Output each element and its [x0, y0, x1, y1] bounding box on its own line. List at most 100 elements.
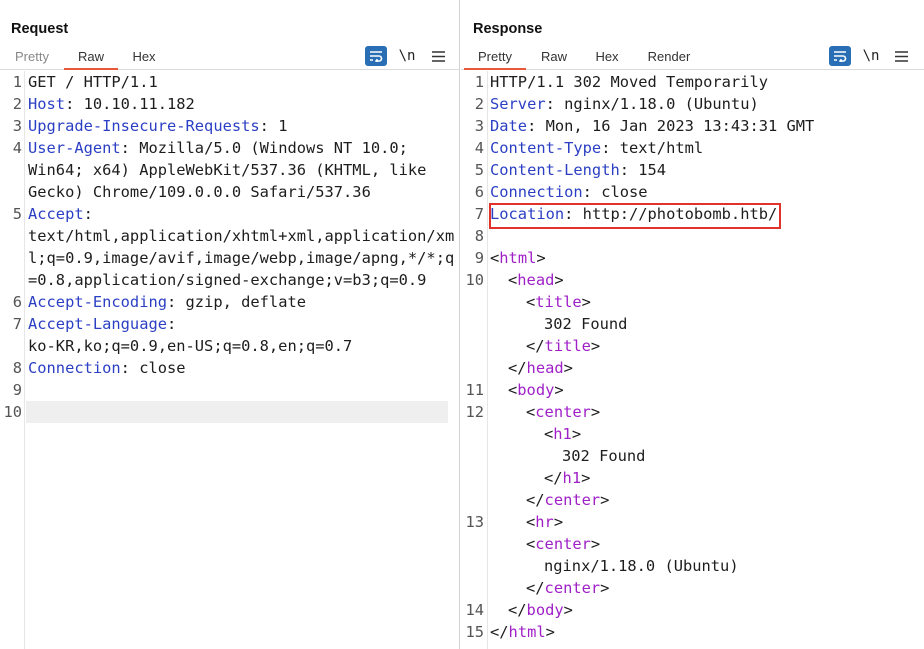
response-code-line: 3 Date: Mon, 16 Jan 2023 13:43:31 GMT — [461, 115, 924, 137]
line-text: GET / HTTP/1.1 — [28, 71, 158, 93]
code-text: > — [563, 359, 573, 377]
line-number: 2 — [12, 95, 22, 113]
line-text: Content-Length: 154 — [490, 159, 666, 181]
response-title: Response — [473, 21, 543, 37]
html-tag-name: h1 — [553, 425, 572, 443]
line-text: </center> — [526, 577, 609, 599]
code-text: HTTP/1.1 302 Moved Temporarily — [490, 73, 768, 91]
code-text: > — [581, 293, 591, 311]
line-number: 6 — [12, 293, 22, 311]
response-code-line: 302 Found — [461, 313, 924, 335]
request-tab-raw[interactable]: Raw — [64, 44, 118, 70]
response-code-line: 1 HTTP/1.1 302 Moved Temporarily — [461, 71, 924, 93]
html-tag-name: html — [499, 249, 537, 267]
code-text: text/html,application/xhtml+xml,applicat… — [28, 227, 455, 245]
code-text: </ — [526, 337, 545, 355]
header-name: Accept-Language — [28, 315, 167, 333]
response-code-line: </head> — [461, 357, 924, 379]
code-text: ko-KR,ko;q=0.9,en-US;q=0.8,en;q=0.7 — [28, 337, 353, 355]
line-text: <body> — [508, 379, 564, 401]
active-line-highlight — [26, 401, 448, 423]
response-code-line: 9 <html> — [461, 247, 924, 269]
code-text: < — [526, 513, 536, 531]
line-text: text/html,application/xhtml+xml,applicat… — [28, 225, 454, 247]
code-text: 302 Found — [544, 315, 628, 333]
code-text: > — [590, 403, 601, 421]
line-number: 5 — [12, 205, 22, 223]
response-code-line: <title> — [461, 291, 924, 313]
line-text: <hr> — [526, 511, 563, 533]
line-number: 10 — [465, 271, 484, 289]
response-code-line: 15 </html> — [461, 621, 924, 643]
response-menu-button[interactable] — [893, 45, 909, 67]
code-text: > — [563, 601, 573, 619]
line-text: <center> — [526, 401, 600, 423]
html-tag-name: title — [535, 293, 582, 311]
code-text: : text/html — [601, 139, 704, 157]
line-number: 14 — [465, 601, 484, 619]
line-number: 4 — [474, 139, 484, 157]
code-text: > — [581, 469, 591, 487]
line-text: Date: Mon, 16 Jan 2023 13:43:31 GMT — [490, 115, 814, 137]
line-text: ko-KR,ko;q=0.9,en-US;q=0.8,en;q=0.7 — [28, 335, 352, 357]
request-code-line: text/html,application/xhtml+xml,applicat… — [0, 225, 459, 247]
header-name: Server — [490, 95, 546, 113]
line-text: User-Agent: Mozilla/5.0 (Windows NT 10.0… — [28, 137, 408, 159]
response-tabs: Pretty Raw Hex Render — [461, 44, 924, 70]
code-text: </ — [490, 623, 509, 641]
code-text: < — [526, 293, 536, 311]
line-text: <center> — [526, 533, 600, 555]
line-text: Accept-Encoding: gzip, deflate — [28, 291, 306, 313]
header-name: Host — [28, 95, 66, 113]
location-highlight-box — [489, 203, 781, 229]
line-text: Content-Type: text/html — [490, 137, 703, 159]
line-number: 8 — [474, 227, 484, 245]
code-text: : 154 — [619, 161, 667, 179]
response-tab-render[interactable]: Render — [641, 44, 697, 70]
request-word-wrap-button[interactable] — [365, 45, 387, 67]
line-text: <html> — [490, 247, 546, 269]
request-code-line: 2 Host: 10.10.11.182 — [0, 93, 459, 115]
code-text: < — [526, 535, 536, 553]
line-number: 13 — [465, 513, 484, 531]
request-tab-hex[interactable]: Hex — [124, 44, 164, 70]
request-code-line: 7 Accept-Language: — [0, 313, 459, 335]
code-text: : close — [120, 359, 186, 377]
html-tag-name: html — [508, 623, 546, 641]
html-tag-name: center — [535, 535, 591, 553]
code-text: < — [544, 425, 554, 443]
response-tab-pretty[interactable]: Pretty — [464, 44, 526, 70]
request-newline-toggle[interactable]: \n — [397, 45, 417, 67]
response-tab-hex[interactable]: Hex — [588, 44, 626, 70]
response-code-line: 2 Server: nginx/1.18.0 (Ubuntu) — [461, 93, 924, 115]
line-text: Connection: close — [490, 181, 648, 203]
code-text: : Mon, 16 Jan 2023 13:43:31 GMT — [527, 117, 815, 135]
response-tab-raw[interactable]: Raw — [534, 44, 574, 70]
request-editor[interactable]: 1 GET / HTTP/1.1 2 Host: 10.10.11.182 3 Upgra… — [0, 71, 459, 649]
request-tab-pretty[interactable]: Pretty — [8, 44, 56, 70]
request-code-line: 1 GET / HTTP/1.1 — [0, 71, 459, 93]
code-text: > — [554, 381, 564, 399]
line-number: 8 — [12, 359, 22, 377]
code-text: > — [590, 535, 601, 553]
line-number: 6 — [474, 183, 484, 201]
header-name: Accept-Encoding — [28, 293, 167, 311]
response-word-wrap-button[interactable] — [829, 45, 851, 67]
line-text: Host: 10.10.11.182 — [28, 93, 195, 115]
response-editor[interactable]: 1 HTTP/1.1 302 Moved Temporarily 2 Server: … — [461, 71, 924, 649]
code-text: : 10.10.11.182 — [65, 95, 195, 113]
code-text: < — [526, 403, 536, 421]
response-code-line: nginx/1.18.0 (Ubuntu) — [461, 555, 924, 577]
code-text: : 1 — [259, 117, 288, 135]
response-newline-toggle[interactable]: \n — [861, 45, 881, 67]
line-text: Gecko) Chrome/109.0.0.0 Safari/537.36 — [28, 181, 371, 203]
line-number: 9 — [474, 249, 484, 267]
code-text: GET / HTTP/1.1 — [28, 73, 158, 91]
header-name: Connection — [490, 183, 583, 201]
request-tabs: Pretty Raw Hex — [0, 44, 459, 70]
line-text: </center> — [526, 489, 609, 511]
line-text: Connection: close — [28, 357, 186, 379]
response-code-line: 4 Content-Type: text/html — [461, 137, 924, 159]
request-menu-button[interactable] — [430, 45, 446, 67]
line-number: 9 — [12, 381, 22, 399]
